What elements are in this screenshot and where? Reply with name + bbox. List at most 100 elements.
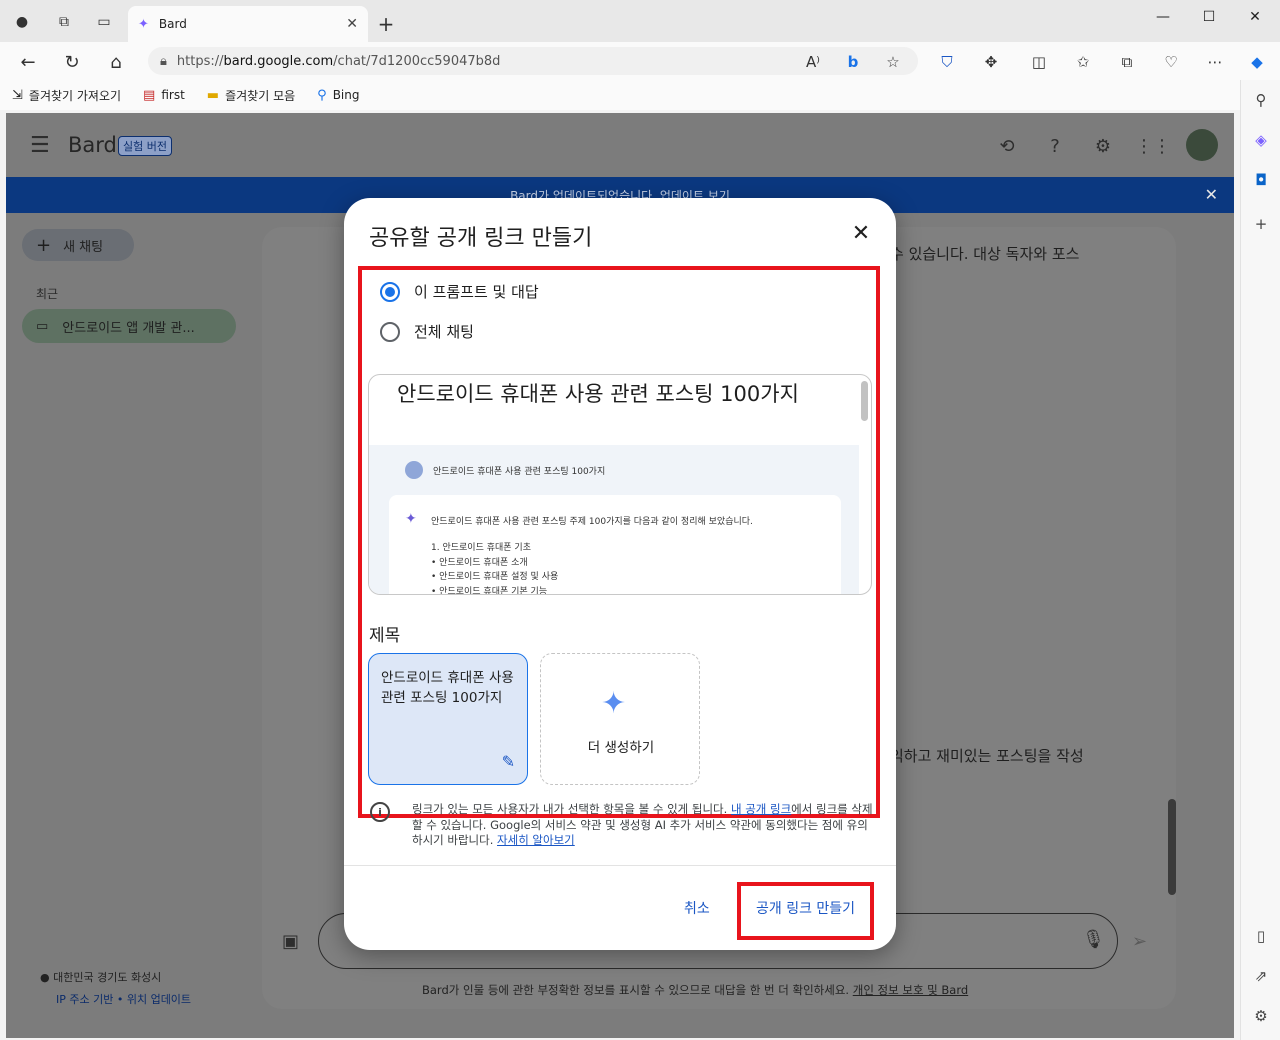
brand-title: Bard — [68, 133, 117, 157]
history-icon[interactable]: ⟲ — [994, 133, 1020, 159]
favorites-bar: ⇲ 즐겨찾기 가져오기 ▤ first ▬ 즐겨찾기 모음 ⚲ Bing — [0, 80, 1240, 110]
split-screen-icon[interactable]: ◫ — [1026, 49, 1052, 75]
radio-unselected-icon — [380, 321, 400, 342]
response-text-bottom: 익하고 재미있는 포스팅을 작성 — [890, 747, 1084, 765]
extensions-icon[interactable]: ✥ — [978, 49, 1004, 75]
settings-icon[interactable]: ⚙ — [1090, 133, 1116, 159]
add-icon[interactable]: + — [1247, 210, 1275, 238]
recent-chat-item[interactable]: ▭ 안드로이드 앱 개발 관... — [22, 309, 236, 343]
preview-body: 안드로이드 휴대폰 사용 관련 포스팅 100가지 ✦ 안드로이드 휴대폰 사용… — [369, 445, 859, 595]
favorite-star-icon[interactable]: ☆ — [880, 49, 906, 75]
share-dialog: 공유할 공개 링크 만들기 ✕ 이 프롬프트 및 대답 전체 채팅 안드로이드 … — [344, 198, 896, 950]
tab-title: Bard — [158, 17, 187, 31]
title-section-label: 제목 — [369, 626, 401, 646]
address-toolbar: ← ↻ ⌂ 🔒︎ https://bard.google.com/chat/7d… — [0, 42, 1280, 80]
new-tab-button[interactable]: + — [372, 10, 400, 38]
location-update-link[interactable]: IP 주소 기반 • 위치 업데이트 — [56, 991, 191, 1007]
menu-icon[interactable]: ☰ — [30, 133, 50, 158]
add-image-icon[interactable]: ▣ — [282, 931, 299, 952]
copilot-icon[interactable]: ◈ — [1247, 126, 1275, 154]
sidebar-toggle-icon[interactable]: ▯ — [1247, 922, 1275, 950]
send-icon[interactable]: ➢ — [1132, 931, 1147, 952]
conversation-scrollbar[interactable] — [1168, 799, 1176, 895]
home-icon[interactable]: ⌂ — [102, 48, 130, 76]
dialog-title: 공유할 공개 링크 만들기 — [369, 226, 593, 251]
tab-close-icon[interactable]: ✕ — [346, 16, 358, 32]
more-menu-icon[interactable]: ⋯ — [1202, 49, 1228, 75]
privacy-link[interactable]: 개인 정보 보호 및 Bard — [853, 983, 968, 997]
help-icon[interactable]: ? — [1042, 133, 1068, 159]
cancel-button[interactable]: 취소 — [684, 898, 710, 918]
bard-header: ☰ Bard 실험 버전 ⟲ ? ⚙ ⋮⋮ — [6, 113, 1234, 177]
copilot-icon[interactable]: ◆ — [1244, 49, 1270, 75]
plus-icon: + — [36, 234, 52, 256]
url-text: https://bard.google.com/chat/7d1200cc590… — [176, 53, 501, 69]
dialog-divider — [344, 865, 896, 866]
workspaces-icon[interactable]: ⧉ — [50, 8, 78, 36]
favorite-folder[interactable]: ▬ 즐겨찾기 모음 — [207, 87, 295, 104]
shield-icon[interactable]: ⛉ — [934, 49, 960, 75]
pdf-icon: ▤ — [143, 87, 156, 103]
radio-selected-icon — [380, 281, 400, 302]
preview-response-card: ✦ 안드로이드 휴대폰 사용 관련 포스팅 주제 100가지를 다음과 같이 정… — [389, 495, 841, 595]
maximize-button[interactable]: ☐ — [1186, 4, 1232, 30]
share-notice: 링크가 있는 모든 사용자가 내가 선택한 항목을 볼 수 있게 됩니다. 내 … — [412, 802, 873, 847]
avatar[interactable] — [1186, 129, 1218, 161]
folder-icon: ▬ — [206, 87, 220, 103]
minimize-button[interactable]: — — [1140, 4, 1186, 30]
favorite-first[interactable]: ▤ first — [143, 88, 185, 103]
window-close-button[interactable]: ✕ — [1232, 4, 1278, 30]
experiment-badge: 실험 버전 — [118, 136, 172, 156]
favorite-import[interactable]: ⇲ 즐겨찾기 가져오기 — [12, 87, 121, 104]
disclaimer-text: Bard가 인물 등에 관한 부정확한 정보를 표시할 수 있으므로 대답을 한… — [422, 983, 969, 997]
option-prompt-radio[interactable]: 이 프롬프트 및 대답 — [380, 281, 539, 302]
back-icon[interactable]: ← — [14, 48, 42, 76]
preview-user-prompt: 안드로이드 휴대폰 사용 관련 포스팅 100가지 — [405, 461, 605, 479]
option-all-radio[interactable]: 전체 채팅 — [380, 321, 474, 342]
outlook-icon[interactable]: ◘ — [1247, 166, 1275, 194]
microphone-icon[interactable]: 🎙︎ — [1082, 929, 1105, 950]
title-option-card[interactable]: 안드로이드 휴대폰 사용 관련 포스팅 100가지 ✎ — [368, 653, 528, 785]
preview-scrollbar[interactable] — [861, 381, 868, 421]
location-text: ● 대한민국 경기도 화성시 — [40, 971, 162, 984]
new-chat-button[interactable]: + 새 채팅 — [22, 229, 134, 261]
generate-more-button[interactable]: ✦ 더 생성하기 — [540, 653, 700, 785]
refresh-icon[interactable]: ↻ — [58, 48, 86, 76]
apps-grid-icon[interactable]: ⋮⋮ — [1135, 133, 1171, 159]
close-icon[interactable]: ✕ — [1205, 185, 1218, 204]
search-icon[interactable]: ⚲ — [1247, 86, 1275, 114]
create-link-button[interactable]: 공개 링크 만들기 — [756, 898, 855, 918]
bing-icon[interactable]: b — [840, 49, 866, 75]
performance-icon[interactable]: ♡ — [1158, 49, 1184, 75]
favorites-icon[interactable]: ✩ — [1070, 49, 1096, 75]
tab-bard[interactable]: ✦ Bard ✕ — [128, 6, 368, 42]
preview-list: 1. 안드로이드 휴대폰 기초 • 안드로이드 휴대폰 소개 • 안드로이드 휴… — [431, 543, 559, 595]
user-avatar-icon — [405, 461, 423, 479]
external-link-icon[interactable]: ⇗ — [1247, 962, 1275, 990]
lock-icon: 🔒︎ — [160, 53, 167, 69]
search-icon: ⚲ — [317, 87, 327, 103]
tab-strip: ● ⧉ ▭ ✦ Bard ✕ + — ☐ ✕ — [0, 0, 1280, 42]
collections-icon[interactable]: ⧉ — [1114, 49, 1140, 75]
import-icon: ⇲ — [12, 87, 23, 103]
bard-sparkle-icon: ✦ — [405, 511, 417, 527]
tab-actions-icon[interactable]: ▭ — [90, 8, 118, 36]
recent-label: 최근 — [36, 287, 59, 301]
edge-sidebar: ⚲ ◈ ◘ + ▯ ⇗ ⚙ — [1240, 80, 1280, 1040]
settings-icon[interactable]: ⚙ — [1247, 1002, 1275, 1030]
close-icon[interactable]: ✕ — [846, 218, 876, 248]
chat-bubble-icon: ▭ — [36, 318, 49, 334]
sparkle-icon: ✦ — [601, 686, 627, 721]
share-preview[interactable]: 안드로이드 휴대폰 사용 관련 포스팅 100가지 안드로이드 휴대폰 사용 관… — [368, 374, 872, 595]
bard-sparkle-icon: ✦ — [138, 16, 149, 32]
profile-icon[interactable]: ● — [8, 8, 36, 36]
read-aloud-icon[interactable]: A⁾ — [800, 49, 826, 75]
response-text-top: 수 있습니다. 대상 독자와 포스 — [890, 245, 1080, 263]
preview-intro: 안드로이드 휴대폰 사용 관련 포스팅 주제 100가지를 다음과 같이 정리해… — [431, 517, 753, 527]
favorite-bing[interactable]: ⚲ Bing — [317, 88, 359, 103]
info-icon: i — [370, 802, 390, 822]
my-public-links-link[interactable]: 내 공개 링크 — [731, 802, 791, 816]
preview-title: 안드로이드 휴대폰 사용 관련 포스팅 100가지 — [397, 382, 799, 406]
edit-pencil-icon[interactable]: ✎ — [502, 752, 515, 772]
learn-more-link[interactable]: 자세히 알아보기 — [497, 833, 575, 847]
